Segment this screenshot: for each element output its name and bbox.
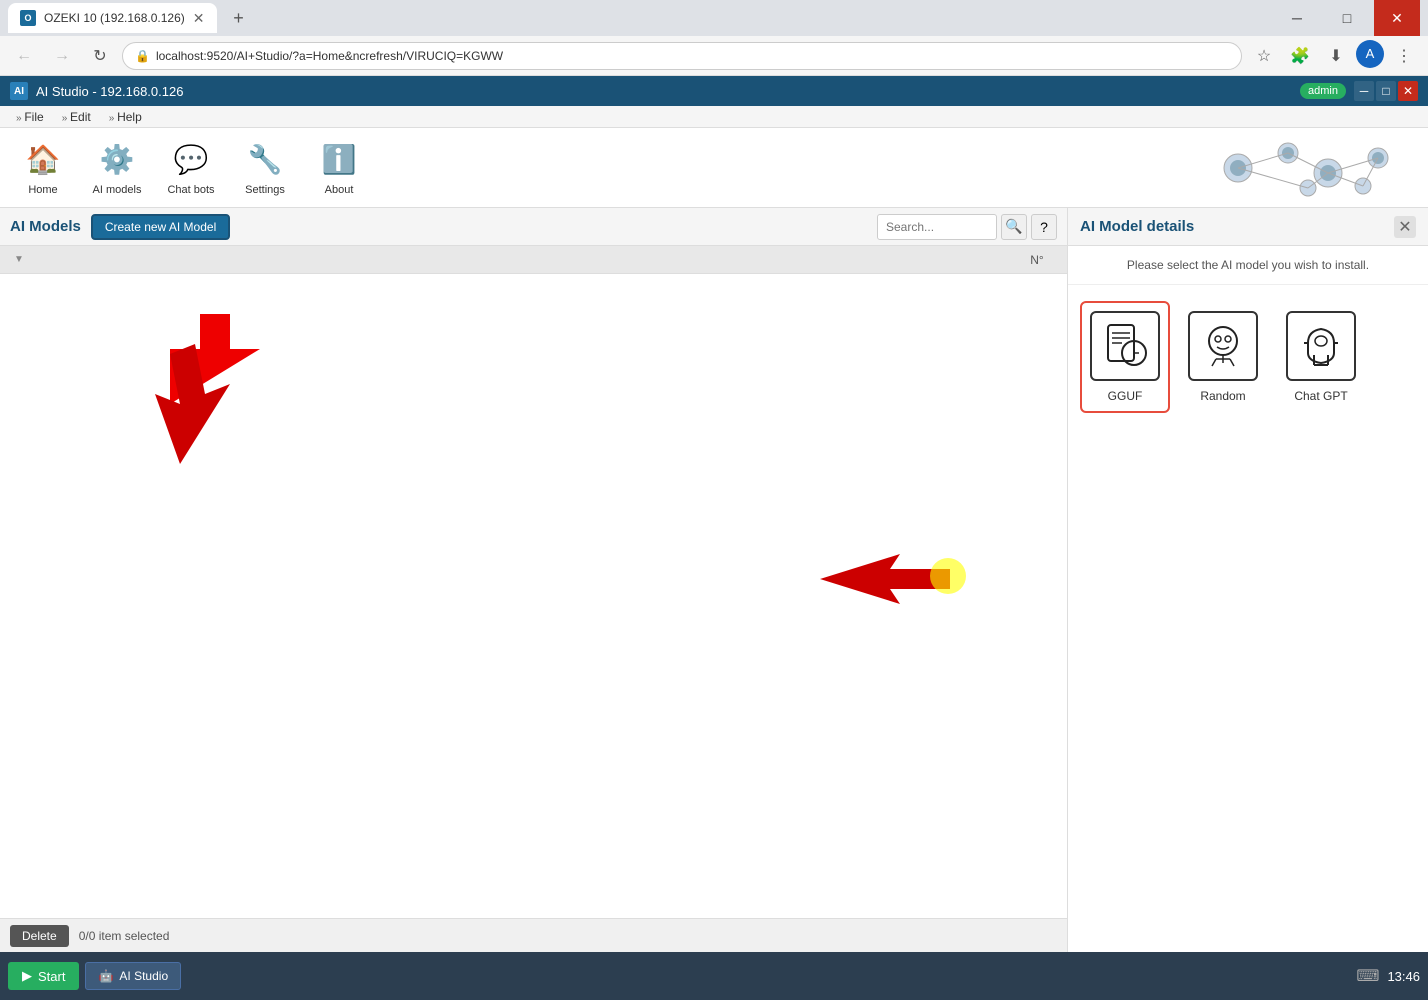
taskbar-app-icon: 🤖 <box>98 969 113 983</box>
random-label: Random <box>1200 389 1245 403</box>
close-panel-button[interactable]: ✕ <box>1394 216 1416 238</box>
browser-titlebar: O OZEKI 10 (192.168.0.126) ✕ + ─ □ ✕ <box>0 0 1428 36</box>
app-close-button[interactable]: ✕ <box>1398 81 1418 101</box>
taskbar: ▶ Start 🤖 AI Studio ⌨ 13:46 <box>0 952 1428 1000</box>
gguf-label: GGUF <box>1108 389 1143 403</box>
address-bar[interactable]: 🔒 localhost:9520/AI+Studio/?a=Home&ncref… <box>122 42 1242 70</box>
minimize-button[interactable]: ─ <box>1274 0 1320 36</box>
model-icons-grid: GGUF <box>1068 285 1428 429</box>
browser-navbar: ← → ↻ 🔒 localhost:9520/AI+Studio/?a=Home… <box>0 36 1428 76</box>
menu-button[interactable]: ⋮ <box>1388 40 1420 72</box>
tab-title: OZEKI 10 (192.168.0.126) <box>44 11 185 25</box>
taskbar-icons: ⌨ 13:46 <box>1356 966 1420 986</box>
search-button[interactable]: 🔍 <box>1001 214 1027 240</box>
chat-bots-label: Chat bots <box>167 184 214 196</box>
main-content: AI Models Create new AI Model 🔍 ? ▼ N° <box>0 208 1428 952</box>
forward-button[interactable]: → <box>46 40 78 72</box>
nav-actions: ☆ 🧩 ⬇ A ⋮ <box>1248 40 1420 72</box>
gguf-icon <box>1090 311 1160 381</box>
panel-header: AI Models Create new AI Model 🔍 ? <box>0 208 1067 246</box>
chat-bots-icon: 💬 <box>171 140 211 180</box>
profile-button[interactable]: A <box>1356 40 1384 68</box>
menu-edit[interactable]: Edit <box>54 108 99 126</box>
close-browser-button[interactable]: ✕ <box>1374 0 1420 36</box>
random-icon <box>1188 311 1258 381</box>
model-gguf-item[interactable]: GGUF <box>1080 301 1170 413</box>
extensions-button[interactable]: 🧩 <box>1284 40 1316 72</box>
about-label: About <box>325 184 354 196</box>
settings-label: Settings <box>245 184 285 196</box>
col-name-header: ▼ <box>0 254 1007 265</box>
taskbar-app-label: AI Studio <box>119 969 168 983</box>
model-random-item[interactable]: Random <box>1178 301 1268 413</box>
settings-icon: 🔧 <box>245 140 285 180</box>
reload-button[interactable]: ↻ <box>84 40 116 72</box>
taskbar-keyboard-icon: ⌨ <box>1356 966 1379 986</box>
delete-button[interactable]: Delete <box>10 925 69 947</box>
start-label: Start <box>38 969 65 984</box>
start-icon: ▶ <box>22 968 32 984</box>
maximize-button[interactable]: □ <box>1324 0 1370 36</box>
toolbar-settings-button[interactable]: 🔧 Settings <box>230 134 300 202</box>
right-panel: AI Model details ✕ Please select the AI … <box>1068 208 1428 952</box>
status-text: 0/0 item selected <box>79 929 170 943</box>
right-panel-header: AI Model details ✕ <box>1068 208 1428 246</box>
url-text: localhost:9520/AI+Studio/?a=Home&ncrefre… <box>156 49 1229 63</box>
network-graph <box>1208 138 1408 198</box>
toolbar-home-button[interactable]: 🏠 Home <box>8 134 78 202</box>
window-controls: ─ □ ✕ <box>1274 0 1420 36</box>
chatgpt-icon <box>1286 311 1356 381</box>
browser-tab[interactable]: O OZEKI 10 (192.168.0.126) ✕ <box>8 3 217 33</box>
model-chatgpt-item[interactable]: Chat GPT <box>1276 301 1366 413</box>
table-body <box>0 274 1067 918</box>
home-label: Home <box>28 184 57 196</box>
taskbar-time: 13:46 <box>1387 969 1420 984</box>
create-new-ai-model-button[interactable]: Create new AI Model <box>91 214 230 240</box>
ai-models-label: AI models <box>93 184 142 196</box>
app-window: AI AI Studio - 192.168.0.126 admin ─ □ ✕… <box>0 76 1428 952</box>
new-tab-button[interactable]: + <box>225 4 253 32</box>
admin-badge: admin <box>1300 83 1346 99</box>
toolbar-ai-models-button[interactable]: ⚙️ AI models <box>82 134 152 202</box>
app-title: AI Studio - 192.168.0.126 <box>36 84 1300 99</box>
status-bar: Delete 0/0 item selected <box>0 918 1067 952</box>
taskbar-ai-studio[interactable]: 🤖 AI Studio <box>85 962 181 990</box>
home-icon: 🏠 <box>23 140 63 180</box>
app-titlebar: AI AI Studio - 192.168.0.126 admin ─ □ ✕ <box>0 76 1428 106</box>
download-button[interactable]: ⬇ <box>1320 40 1352 72</box>
ai-models-icon: ⚙️ <box>97 140 137 180</box>
app-maximize-button[interactable]: □ <box>1376 81 1396 101</box>
toolbar: 🏠 Home ⚙️ AI models 💬 Chat bots 🔧 Settin… <box>0 128 1428 208</box>
panel-title: AI Models <box>10 218 81 235</box>
col-n-header: N° <box>1007 253 1067 267</box>
about-icon: ℹ️ <box>319 140 359 180</box>
menu-help[interactable]: Help <box>101 108 150 126</box>
toolbar-about-button[interactable]: ℹ️ About <box>304 134 374 202</box>
app-minimize-button[interactable]: ─ <box>1354 81 1374 101</box>
app-win-controls: ─ □ ✕ <box>1354 81 1418 101</box>
start-button[interactable]: ▶ Start <box>8 962 79 990</box>
right-panel-title: AI Model details <box>1080 218 1394 235</box>
back-button[interactable]: ← <box>8 40 40 72</box>
menu-bar: File Edit Help <box>0 106 1428 128</box>
chatgpt-label: Chat GPT <box>1294 389 1347 403</box>
toolbar-chat-bots-button[interactable]: 💬 Chat bots <box>156 134 226 202</box>
help-button[interactable]: ? <box>1031 214 1057 240</box>
search-input[interactable] <box>877 214 997 240</box>
menu-file[interactable]: File <box>8 108 52 126</box>
bookmark-button[interactable]: ☆ <box>1248 40 1280 72</box>
search-box: 🔍 ? <box>877 214 1057 240</box>
right-panel-hint: Please select the AI model you wish to i… <box>1068 246 1428 285</box>
app-icon: AI <box>10 82 28 100</box>
tab-favicon: O <box>20 10 36 26</box>
tab-close-button[interactable]: ✕ <box>193 10 205 27</box>
table-header: ▼ N° <box>0 246 1067 274</box>
left-panel: AI Models Create new AI Model 🔍 ? ▼ N° <box>0 208 1068 952</box>
